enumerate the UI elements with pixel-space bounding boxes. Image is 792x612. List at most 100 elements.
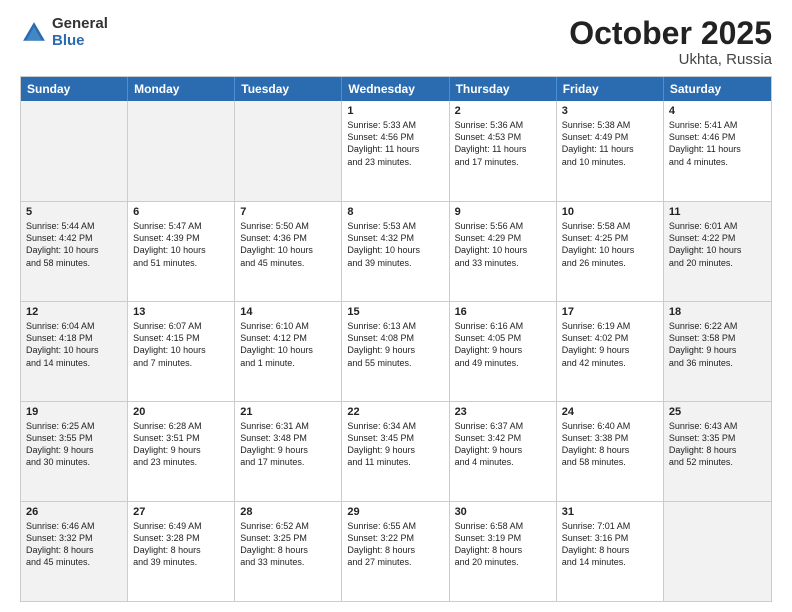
day-number: 29 [347, 506, 443, 518]
day-number: 27 [133, 506, 229, 518]
day-info: Sunrise: 6:10 AM Sunset: 4:12 PM Dayligh… [240, 320, 336, 369]
calendar-cell: 23Sunrise: 6:37 AM Sunset: 3:42 PM Dayli… [450, 402, 557, 501]
logo-general-label: General [52, 16, 108, 33]
day-number: 5 [26, 206, 122, 218]
calendar: SundayMondayTuesdayWednesdayThursdayFrid… [20, 76, 772, 602]
calendar-cell: 13Sunrise: 6:07 AM Sunset: 4:15 PM Dayli… [128, 302, 235, 401]
day-info: Sunrise: 6:55 AM Sunset: 3:22 PM Dayligh… [347, 520, 443, 569]
title-month: October 2025 [569, 16, 772, 51]
day-info: Sunrise: 6:43 AM Sunset: 3:35 PM Dayligh… [669, 420, 766, 469]
day-info: Sunrise: 6:58 AM Sunset: 3:19 PM Dayligh… [455, 520, 551, 569]
title-block: October 2025 Ukhta, Russia [569, 16, 772, 68]
calendar-cell: 14 Sunrise: 6:10 AM Sunset: 4:12 PM Dayli… [235, 302, 342, 401]
header-day-saturday: Saturday [664, 77, 771, 101]
calendar-cell [21, 101, 128, 201]
day-info: Sunrise: 7:01 AM Sunset: 3:16 PM Dayligh… [562, 520, 658, 569]
calendar-cell: 4Sunrise: 5:41 AM Sunset: 4:46 PM Daylig… [664, 101, 771, 201]
day-number: 6 [133, 206, 229, 218]
day-number: 14 [240, 306, 336, 318]
calendar-cell: 11 Sunrise: 6:01 AM Sunset: 4:22 PM Dayli… [664, 202, 771, 301]
calendar-cell: 26Sunrise: 6:46 AM Sunset: 3:32 PM Dayli… [21, 502, 128, 601]
day-info: Sunrise: 5:50 AM Sunset: 4:36 PM Dayligh… [240, 220, 336, 269]
calendar-week-1: 1 Sunrise: 5:33 AM Sunset: 4:56 PM Daylig… [21, 101, 771, 201]
calendar-cell: 2Sunrise: 5:36 AM Sunset: 4:53 PM Daylig… [450, 101, 557, 201]
day-info: Sunrise: 6:16 AM Sunset: 4:05 PM Dayligh… [455, 320, 551, 369]
logo-blue-label: Blue [52, 33, 108, 50]
day-info: Sunrise: 6:04 AM Sunset: 4:18 PM Dayligh… [26, 320, 122, 369]
calendar-cell: 6 Sunrise: 5:47 AM Sunset: 4:39 PM Daylig… [128, 202, 235, 301]
day-number: 7 [240, 206, 336, 218]
day-number: 3 [562, 105, 658, 117]
calendar-cell: 27 Sunrise: 6:49 AM Sunset: 3:28 PM Dayli… [128, 502, 235, 601]
day-number: 31 [562, 506, 658, 518]
title-location: Ukhta, Russia [569, 51, 772, 68]
header-day-wednesday: Wednesday [342, 77, 449, 101]
day-number: 4 [669, 105, 766, 117]
day-info: Sunrise: 5:44 AM Sunset: 4:42 PM Dayligh… [26, 220, 122, 269]
day-number: 19 [26, 406, 122, 418]
day-number: 15 [347, 306, 443, 318]
calendar-cell [235, 101, 342, 201]
header-day-monday: Monday [128, 77, 235, 101]
calendar-cell: 19Sunrise: 6:25 AM Sunset: 3:55 PM Dayli… [21, 402, 128, 501]
calendar-cell: 31 Sunrise: 7:01 AM Sunset: 3:16 PM Dayli… [557, 502, 664, 601]
day-number: 11 [669, 206, 766, 218]
header-day-thursday: Thursday [450, 77, 557, 101]
day-number: 10 [562, 206, 658, 218]
day-info: Sunrise: 6:22 AM Sunset: 3:58 PM Dayligh… [669, 320, 766, 369]
day-info: Sunrise: 5:53 AM Sunset: 4:32 PM Dayligh… [347, 220, 443, 269]
calendar-cell: 20 Sunrise: 6:28 AM Sunset: 3:51 PM Dayli… [128, 402, 235, 501]
day-number: 2 [455, 105, 551, 117]
day-info: Sunrise: 5:38 AM Sunset: 4:49 PM Dayligh… [562, 119, 658, 168]
page: General Blue October 2025 Ukhta, Russia … [0, 0, 792, 612]
calendar-cell: 8 Sunrise: 5:53 AM Sunset: 4:32 PM Daylig… [342, 202, 449, 301]
day-info: Sunrise: 5:47 AM Sunset: 4:39 PM Dayligh… [133, 220, 229, 269]
day-number: 17 [562, 306, 658, 318]
day-info: Sunrise: 6:01 AM Sunset: 4:22 PM Dayligh… [669, 220, 766, 269]
day-number: 28 [240, 506, 336, 518]
day-number: 1 [347, 105, 443, 117]
calendar-cell: 1 Sunrise: 5:33 AM Sunset: 4:56 PM Daylig… [342, 101, 449, 201]
day-info: Sunrise: 6:46 AM Sunset: 3:32 PM Dayligh… [26, 520, 122, 569]
logo-icon [20, 19, 48, 47]
calendar-cell: 7 Sunrise: 5:50 AM Sunset: 4:36 PM Daylig… [235, 202, 342, 301]
calendar-header: SundayMondayTuesdayWednesdayThursdayFrid… [21, 77, 771, 101]
day-number: 16 [455, 306, 551, 318]
header-day-sunday: Sunday [21, 77, 128, 101]
calendar-cell: 21Sunrise: 6:31 AM Sunset: 3:48 PM Dayli… [235, 402, 342, 501]
calendar-cell: 22Sunrise: 6:34 AM Sunset: 3:45 PM Dayli… [342, 402, 449, 501]
day-number: 25 [669, 406, 766, 418]
calendar-cell: 17 Sunrise: 6:19 AM Sunset: 4:02 PM Dayli… [557, 302, 664, 401]
calendar-cell: 30Sunrise: 6:58 AM Sunset: 3:19 PM Dayli… [450, 502, 557, 601]
day-number: 21 [240, 406, 336, 418]
calendar-cell: 29 Sunrise: 6:55 AM Sunset: 3:22 PM Dayli… [342, 502, 449, 601]
calendar-body: 1 Sunrise: 5:33 AM Sunset: 4:56 PM Daylig… [21, 101, 771, 601]
calendar-cell: 15 Sunrise: 6:13 AM Sunset: 4:08 PM Dayli… [342, 302, 449, 401]
calendar-cell [664, 502, 771, 601]
header-day-friday: Friday [557, 77, 664, 101]
calendar-week-2: 5 Sunrise: 5:44 AM Sunset: 4:42 PM Daylig… [21, 201, 771, 301]
calendar-cell: 25 Sunrise: 6:43 AM Sunset: 3:35 PM Dayli… [664, 402, 771, 501]
day-number: 9 [455, 206, 551, 218]
day-info: Sunrise: 6:28 AM Sunset: 3:51 PM Dayligh… [133, 420, 229, 469]
day-number: 18 [669, 306, 766, 318]
day-info: Sunrise: 6:49 AM Sunset: 3:28 PM Dayligh… [133, 520, 229, 569]
day-info: Sunrise: 6:19 AM Sunset: 4:02 PM Dayligh… [562, 320, 658, 369]
logo: General Blue [20, 16, 108, 49]
day-info: Sunrise: 6:13 AM Sunset: 4:08 PM Dayligh… [347, 320, 443, 369]
day-number: 12 [26, 306, 122, 318]
day-info: Sunrise: 5:33 AM Sunset: 4:56 PM Dayligh… [347, 119, 443, 168]
day-number: 8 [347, 206, 443, 218]
calendar-week-5: 26Sunrise: 6:46 AM Sunset: 3:32 PM Dayli… [21, 501, 771, 601]
day-number: 22 [347, 406, 443, 418]
day-info: Sunrise: 5:58 AM Sunset: 4:25 PM Dayligh… [562, 220, 658, 269]
day-number: 20 [133, 406, 229, 418]
day-number: 23 [455, 406, 551, 418]
calendar-cell: 9Sunrise: 5:56 AM Sunset: 4:29 PM Daylig… [450, 202, 557, 301]
calendar-cell: 16 Sunrise: 6:16 AM Sunset: 4:05 PM Dayli… [450, 302, 557, 401]
calendar-cell [128, 101, 235, 201]
calendar-cell: 10 Sunrise: 5:58 AM Sunset: 4:25 PM Dayli… [557, 202, 664, 301]
header: General Blue October 2025 Ukhta, Russia [20, 16, 772, 68]
day-number: 13 [133, 306, 229, 318]
calendar-week-3: 12 Sunrise: 6:04 AM Sunset: 4:18 PM Dayli… [21, 301, 771, 401]
